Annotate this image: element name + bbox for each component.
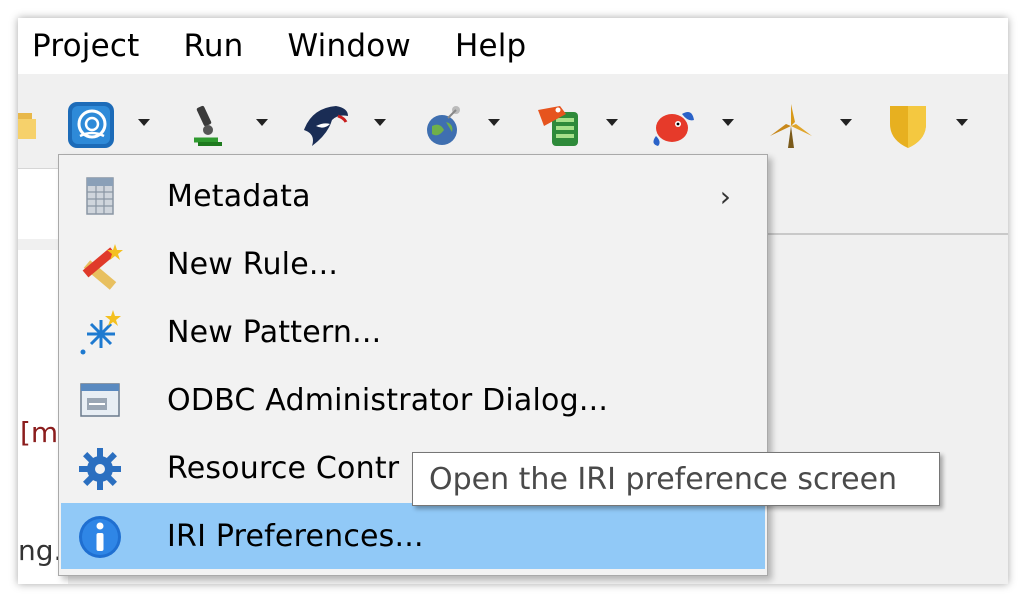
sparkle-wand-icon [75,308,125,358]
database-dropdown-arrow[interactable] [606,119,618,126]
shield-icon[interactable] [886,98,930,152]
data-quality-icon[interactable] [66,98,116,152]
globe-satellite-icon[interactable] [422,98,466,152]
menu-item-label: New Pattern... [167,314,382,350]
info-icon [75,512,125,562]
tooltip-text: Open the IRI preference screen [429,461,898,497]
panel-divider [758,233,1008,235]
folder-icon[interactable] [18,98,40,152]
app-window: Project Run Window Help [m ng. Metadata … [18,18,1008,584]
data-quality-dropdown-arrow[interactable] [138,119,150,126]
orca-icon[interactable] [298,98,352,152]
menu-item-metadata[interactable]: Metadata › [61,163,765,229]
shield-dropdown-arrow[interactable] [956,119,968,126]
menu-item-label: Resource Contr [167,450,400,486]
menu-project[interactable]: Project [18,28,153,64]
tooltip: Open the IRI preference screen [412,452,940,506]
pencil-ruler-icon [75,240,125,290]
globe-dropdown-arrow[interactable] [488,119,500,126]
microscope-icon[interactable] [184,98,228,152]
menu-help[interactable]: Help [425,28,540,64]
editor-text-fragment: [m [20,416,59,449]
menu-item-iri-preferences[interactable]: IRI Preferences... [61,503,765,569]
microscope-dropdown-arrow[interactable] [256,119,268,126]
menu-item-label: New Rule... [167,246,339,282]
menu-bar: Project Run Window Help [18,18,1008,74]
table-icon [75,172,125,222]
menu-window[interactable]: Window [258,28,425,64]
dropdown-menu: Metadata › New Rule... New Pattern... OD… [58,154,768,576]
menu-item-label: Metadata [167,178,311,214]
menu-item-odbc-administrator[interactable]: ODBC Administrator Dialog... [61,367,765,433]
menu-item-new-pattern[interactable]: New Pattern... [61,299,765,365]
menu-item-label: IRI Preferences... [167,518,424,554]
fish-dropdown-arrow[interactable] [722,119,734,126]
windmill-dropdown-arrow[interactable] [840,119,852,126]
submenu-chevron-icon: › [719,179,731,213]
fish-icon[interactable] [648,98,698,152]
menu-item-label: ODBC Administrator Dialog... [167,382,609,418]
menu-item-new-rule[interactable]: New Rule... [61,231,765,297]
menu-run[interactable]: Run [153,28,257,64]
odbc-window-icon [75,376,125,426]
orca-dropdown-arrow[interactable] [374,119,386,126]
editor-text-fragment-2: ng. [18,534,63,567]
gear-icon [75,444,125,494]
windmill-icon[interactable] [766,98,816,152]
database-tag-icon[interactable] [534,98,586,152]
